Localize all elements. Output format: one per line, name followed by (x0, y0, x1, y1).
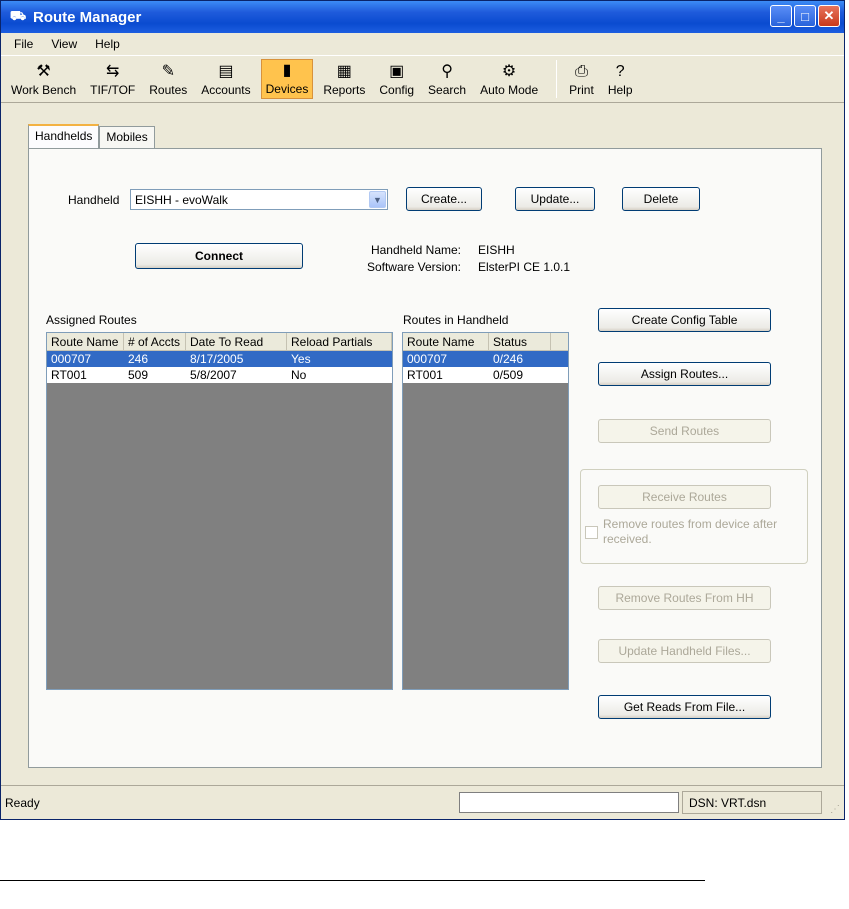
column-route-name[interactable]: Route Name (403, 333, 489, 350)
tab-strip: Handhelds Mobiles (28, 124, 155, 148)
get-reads-from-file-button[interactable]: Get Reads From File... (598, 695, 771, 719)
reports-icon: ▦ (336, 63, 352, 80)
assigned-routes-header: Route Name # of Accts Date To Read Reloa… (47, 333, 392, 351)
close-button[interactable]: ✕ (818, 5, 840, 27)
delete-button[interactable]: Delete (622, 187, 700, 211)
status-progress-box (459, 792, 679, 813)
assign-routes-button[interactable]: Assign Routes... (598, 362, 771, 386)
toolbar-devices-button[interactable]: ▮ Devices (260, 59, 314, 99)
toolbar-accounts-button[interactable]: ▤ Accounts (197, 59, 254, 99)
divider (0, 880, 705, 881)
routes-in-handheld-header: Route Name Status (403, 333, 568, 351)
print-icon: ⎙ (575, 63, 588, 80)
toolbar-auto-mode-button[interactable]: ⚙ Auto Mode (476, 59, 542, 99)
handheld-name-value: EISHH (478, 243, 515, 257)
tif-tof-icon: ⇆ (105, 63, 120, 80)
create-button[interactable]: Create... (406, 187, 482, 211)
maximize-button[interactable]: □ (794, 5, 816, 27)
column-route-name[interactable]: Route Name (47, 333, 124, 350)
toolbar-reports-button[interactable]: ▦ Reports (319, 59, 369, 99)
help-icon: ? (615, 63, 625, 80)
table-row[interactable]: 000707 0/246 (403, 351, 568, 367)
accounts-icon: ▤ (218, 63, 234, 80)
receive-routes-button[interactable]: Receive Routes (598, 485, 771, 509)
handheld-select[interactable]: EISHH - evoWalk ▼ (130, 189, 388, 210)
toolbar: ⚒ Work Bench ⇆ TIF/TOF ✎ Routes ▤ Accounts ▮… (1, 55, 844, 103)
column-reload-partials[interactable]: Reload Partials (287, 333, 392, 350)
menu-file[interactable]: File (7, 35, 40, 53)
window-title: Route Manager (33, 8, 142, 26)
toolbar-tif-tof-button[interactable]: ⇆ TIF/TOF (86, 59, 139, 99)
title-bar[interactable]: ⛟ Route Manager _ □ ✕ (1, 1, 844, 33)
toolbar-search-button[interactable]: ⚲ Search (424, 59, 470, 99)
software-version-value: ElsterPI CE 1.0.1 (478, 260, 571, 274)
toolbar-routes-button[interactable]: ✎ Routes (145, 59, 191, 99)
receive-routes-group: Receive Routes Remove routes from device… (580, 469, 808, 564)
column-num-accts[interactable]: # of Accts (124, 333, 186, 350)
handhelds-panel: Handheld EISHH - evoWalk ▼ Create... Upd… (28, 148, 822, 768)
assigned-routes-list[interactable]: Route Name # of Accts Date To Read Reloa… (46, 332, 393, 690)
handheld-name-label: Handheld Name: (370, 243, 461, 257)
toolbar-work-bench-button[interactable]: ⚒ Work Bench (7, 59, 80, 99)
status-dsn: DSN: VRT.dsn (682, 791, 822, 814)
remove-after-received-checkbox[interactable] (585, 526, 598, 539)
connect-button[interactable]: Connect (135, 243, 303, 269)
remove-routes-from-hh-button[interactable]: Remove Routes From HH (598, 586, 771, 610)
binoculars-icon: ⚲ (441, 63, 453, 80)
column-status[interactable]: Status (489, 333, 551, 350)
auto-mode-icon: ⚙ (501, 63, 517, 80)
update-handheld-files-button[interactable]: Update Handheld Files... (598, 639, 771, 663)
toolbar-config-button[interactable]: ▣ Config (375, 59, 418, 99)
minimize-button[interactable]: _ (770, 5, 792, 27)
resize-grip-icon[interactable]: ⋰ (830, 804, 840, 815)
menu-help[interactable]: Help (88, 35, 127, 53)
create-config-table-button[interactable]: Create Config Table (598, 308, 771, 332)
routes-in-handheld-label: Routes in Handheld (403, 313, 509, 327)
send-routes-button[interactable]: Send Routes (598, 419, 771, 443)
status-bar: Ready DSN: VRT.dsn ⋰ (1, 785, 844, 819)
devices-icon: ▮ (282, 62, 292, 79)
app-window: ⛟ Route Manager _ □ ✕ File View Help ⚒ Wo… (0, 0, 845, 820)
handheld-label: Handheld (68, 193, 120, 207)
table-row[interactable]: 000707 246 8/17/2005 Yes (47, 351, 392, 367)
table-row[interactable]: RT001 509 5/8/2007 No (47, 367, 392, 383)
toolbar-print-button[interactable]: ⎙ Print (565, 59, 598, 99)
tab-handhelds[interactable]: Handhelds (28, 124, 100, 148)
menu-bar: File View Help (1, 33, 844, 55)
config-icon: ▣ (389, 63, 405, 80)
forklift-icon: ⛟ (9, 8, 27, 23)
toolbar-help-button[interactable]: ? Help (604, 59, 637, 99)
routes-in-handheld-list[interactable]: Route Name Status 000707 0/246 RT001 0/5… (402, 332, 569, 690)
routes-icon: ✎ (161, 63, 175, 80)
tab-mobiles[interactable]: Mobiles (99, 126, 155, 148)
handheld-selected-value: EISHH - evoWalk (135, 193, 228, 207)
chevron-down-icon[interactable]: ▼ (369, 191, 386, 208)
status-text: Ready (5, 796, 40, 810)
menu-view[interactable]: View (44, 35, 84, 53)
update-button[interactable]: Update... (515, 187, 595, 211)
remove-after-received-label: Remove routes from device after received… (603, 517, 778, 546)
toolbar-separator (556, 60, 558, 98)
software-version-label: Software Version: (366, 260, 461, 274)
column-date-to-read[interactable]: Date To Read (186, 333, 287, 350)
workbench-icon: ⚒ (36, 63, 51, 80)
assigned-routes-label: Assigned Routes (46, 313, 137, 327)
table-row[interactable]: RT001 0/509 (403, 367, 568, 383)
